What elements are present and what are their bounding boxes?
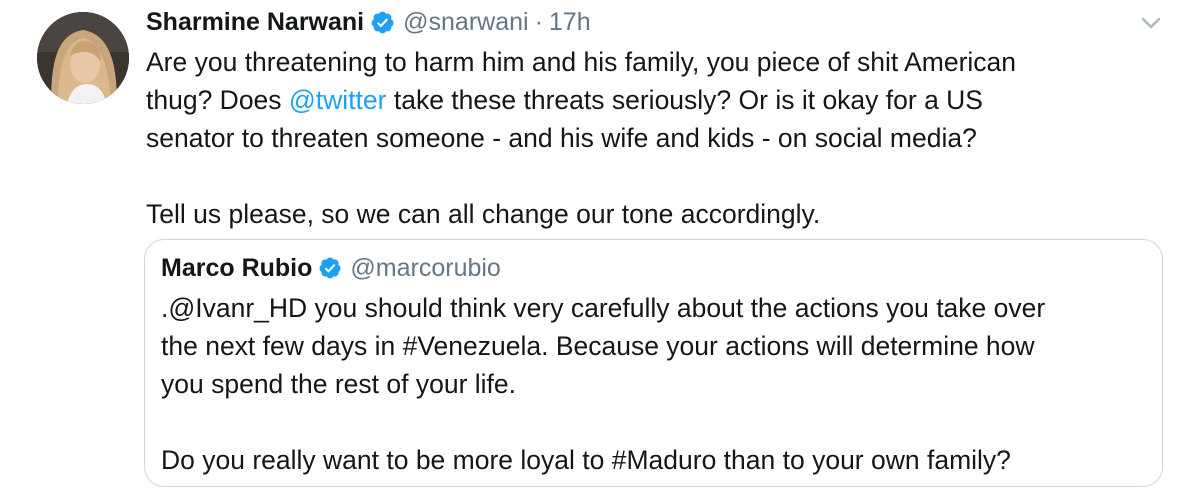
quoted-text-line: you spend the rest of your life. xyxy=(161,369,517,399)
tweet: Sharmine Narwani @snarwani · 17h Are you… xyxy=(0,0,1200,502)
quoted-tweet-header: Marco Rubio @marcorubio xyxy=(161,250,501,286)
avatar[interactable] xyxy=(37,12,129,104)
tweet-text-line: Tell us please, so we can all change our… xyxy=(146,199,821,229)
tweet-text-line: thug? Does @twitter take these threats s… xyxy=(146,81,1156,119)
quoted-text-line: Do you really want to be more loyal to #… xyxy=(161,445,1011,475)
author-handle[interactable]: @snarwani xyxy=(403,8,528,37)
chevron-down-icon[interactable] xyxy=(1139,13,1163,33)
verified-badge-icon xyxy=(370,10,395,35)
author-name[interactable]: Sharmine Narwani xyxy=(146,8,364,37)
separator-dot: · xyxy=(534,7,543,36)
profile-photo-icon xyxy=(37,12,129,104)
quoted-tweet[interactable]: Marco Rubio @marcorubio .@Ivanr_HD you s… xyxy=(144,239,1163,487)
tweet-text-segment: take these threats seriously? Or is it o… xyxy=(386,85,983,115)
tweet-header: Sharmine Narwani @snarwani · 17h xyxy=(146,4,591,40)
verified-badge-icon xyxy=(318,256,342,280)
mention-link[interactable]: @twitter xyxy=(289,85,387,115)
quoted-text-line: the next few days in #Venezuela. Because… xyxy=(161,331,1035,361)
tweet-text-line: Are you threatening to harm him and his … xyxy=(146,47,1017,77)
tweet-text-line: senator to threaten someone - and his wi… xyxy=(146,123,977,153)
tweet-text-segment: thug? Does xyxy=(146,85,289,115)
tweet-text: Are you threatening to harm him and his … xyxy=(146,43,1156,233)
quoted-text-line: .@Ivanr_HD you should think very careful… xyxy=(161,293,1046,323)
quoted-tweet-text: .@Ivanr_HD you should think very careful… xyxy=(161,289,1151,479)
timestamp[interactable]: 17h xyxy=(549,8,591,37)
quoted-author-name[interactable]: Marco Rubio xyxy=(161,254,312,283)
quoted-author-handle[interactable]: @marcorubio xyxy=(350,254,500,283)
